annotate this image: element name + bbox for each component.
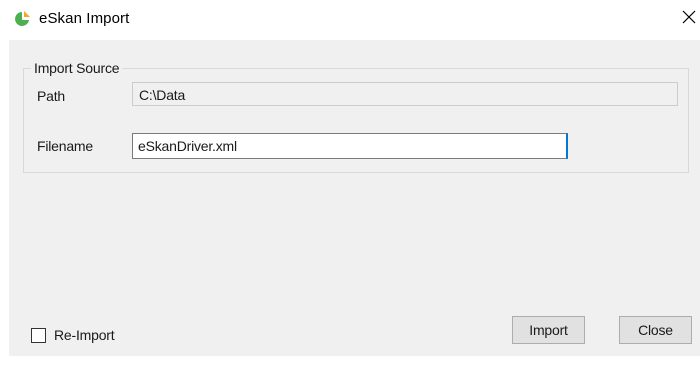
- path-field: C:\Data: [132, 82, 678, 106]
- import-dialog: eSkan Import Import Source Path C:\Data …: [0, 0, 700, 365]
- title-bar: eSkan Import: [0, 0, 700, 40]
- path-label: Path: [37, 88, 65, 104]
- import-source-legend: Import Source: [31, 60, 123, 76]
- window-title: eSkan Import: [39, 10, 130, 27]
- import-button[interactable]: Import: [512, 316, 585, 344]
- close-icon[interactable]: [678, 6, 700, 28]
- dialog-body: Import Source Path C:\Data Filename Re-I…: [9, 40, 700, 356]
- filename-input[interactable]: [132, 133, 568, 159]
- reimport-label[interactable]: Re-Import: [54, 327, 115, 343]
- filename-label: Filename: [37, 138, 93, 154]
- reimport-checkbox[interactable]: [31, 328, 46, 343]
- eskan-app-icon: [15, 11, 30, 26]
- close-button[interactable]: Close: [619, 316, 692, 344]
